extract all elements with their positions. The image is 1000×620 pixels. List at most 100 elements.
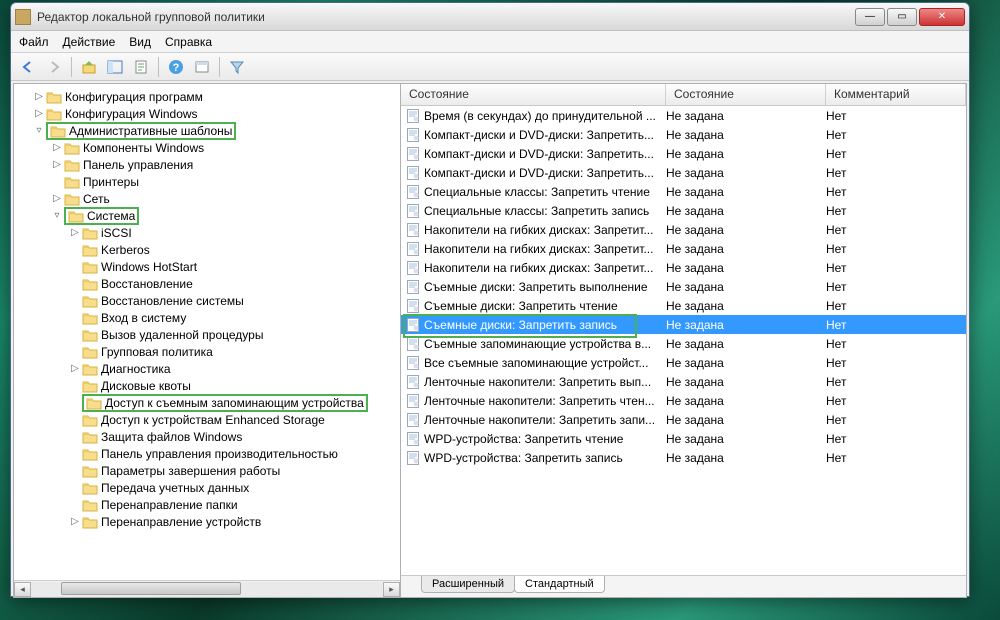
- tree-item[interactable]: ▷Сеть: [14, 190, 400, 207]
- policy-row[interactable]: Съемные диски: Запретить чтениеНе задана…: [401, 296, 966, 315]
- policy-row[interactable]: Ленточные накопители: Запретить чтен...Н…: [401, 391, 966, 410]
- expand-icon[interactable]: ▷: [32, 108, 46, 119]
- tree-item-label: Компоненты Windows: [83, 141, 204, 155]
- expand-icon[interactable]: ▷: [50, 159, 64, 170]
- tree-item-label: Защита файлов Windows: [101, 430, 242, 444]
- tree-item[interactable]: Панель управления производительностью: [14, 445, 400, 462]
- tree-view[interactable]: ▷Конфигурация программ▷Конфигурация Wind…: [14, 84, 400, 580]
- policy-icon: [405, 355, 421, 371]
- column-status[interactable]: Состояние: [666, 84, 826, 105]
- policy-status: Не задана: [666, 280, 826, 294]
- expand-icon[interactable]: ▷: [68, 516, 82, 527]
- policy-row[interactable]: Все съемные запоминающие устройст...Не з…: [401, 353, 966, 372]
- column-comment[interactable]: Комментарий: [826, 84, 966, 105]
- policy-status: Не задана: [666, 261, 826, 275]
- properties-button[interactable]: [191, 56, 213, 78]
- tree-item[interactable]: Вход в систему: [14, 309, 400, 326]
- tree-item[interactable]: Защита файлов Windows: [14, 428, 400, 445]
- policy-status: Не задана: [666, 337, 826, 351]
- policy-row[interactable]: Компакт-диски и DVD-диски: Запретить...Н…: [401, 144, 966, 163]
- tree-item[interactable]: Kerberos: [14, 241, 400, 258]
- policy-row[interactable]: Компакт-диски и DVD-диски: Запретить... Н…: [401, 125, 966, 144]
- tree-item[interactable]: Доступ к съемным запоминающим устройства: [14, 394, 400, 411]
- policy-row[interactable]: Съемные запоминающие устройства в...Не з…: [401, 334, 966, 353]
- folder-icon: [82, 464, 98, 478]
- tree-item[interactable]: Вызов удаленной процедуры: [14, 326, 400, 343]
- tab-standard[interactable]: Стандартный: [514, 576, 605, 593]
- policy-row[interactable]: Компакт-диски и DVD-диски: Запретить...Н…: [401, 163, 966, 182]
- expand-icon[interactable]: ▷: [68, 363, 82, 374]
- export-button[interactable]: [130, 56, 152, 78]
- policy-row[interactable]: Специальные классы: Запретить чтениеНе з…: [401, 182, 966, 201]
- tree-item[interactable]: ▿Система: [14, 207, 400, 224]
- show-hide-tree-button[interactable]: [104, 56, 126, 78]
- tree-item[interactable]: Параметры завершения работы: [14, 462, 400, 479]
- policy-row[interactable]: WPD-устройства: Запретить записьНе задан…: [401, 448, 966, 467]
- tree-item[interactable]: ▷Конфигурация программ: [14, 88, 400, 105]
- menu-file[interactable]: Файл: [19, 35, 49, 49]
- menu-action[interactable]: Действие: [63, 35, 116, 49]
- up-button[interactable]: [78, 56, 100, 78]
- policy-name: Съемные диски: Запретить чтение: [424, 299, 666, 313]
- policy-row[interactable]: Специальные классы: Запретить записьНе з…: [401, 201, 966, 220]
- tree-hscrollbar[interactable]: ◂ ▸: [14, 580, 400, 597]
- policy-row[interactable]: Съемные диски: Запретить выполнениеНе за…: [401, 277, 966, 296]
- policy-status: Не задана: [666, 299, 826, 313]
- policy-list[interactable]: Время (в секундах) до принудительной ...…: [401, 106, 966, 575]
- expand-icon[interactable]: ▷: [50, 142, 64, 153]
- scroll-thumb[interactable]: [61, 582, 241, 595]
- menu-view[interactable]: Вид: [129, 35, 151, 49]
- collapse-icon[interactable]: ▿: [32, 125, 46, 136]
- column-state[interactable]: Состояние: [401, 84, 666, 105]
- tree-item[interactable]: ▷ iSCSI: [14, 224, 400, 241]
- forward-button[interactable]: [43, 56, 65, 78]
- minimize-button[interactable]: —: [855, 8, 885, 26]
- scroll-left-icon[interactable]: ◂: [14, 582, 31, 597]
- tree-item[interactable]: Восстановление: [14, 275, 400, 292]
- tree-item[interactable]: ▷ Компоненты Windows: [14, 139, 400, 156]
- policy-row[interactable]: Накопители на гибких дисках: Запретит...…: [401, 239, 966, 258]
- filter-button[interactable]: [226, 56, 248, 78]
- back-button[interactable]: [17, 56, 39, 78]
- tree-item[interactable]: Принтеры: [14, 173, 400, 190]
- scroll-right-icon[interactable]: ▸: [383, 582, 400, 597]
- tree-item[interactable]: Перенаправление папки: [14, 496, 400, 513]
- policy-row[interactable]: Накопители на гибких дисках: Запретит...…: [401, 258, 966, 277]
- tree-item[interactable]: ▷Конфигурация Windows: [14, 105, 400, 122]
- tree-item[interactable]: ▷Панель управления: [14, 156, 400, 173]
- folder-icon: [82, 362, 98, 376]
- maximize-button[interactable]: ▭: [887, 8, 917, 26]
- policy-row[interactable]: Накопители на гибких дисках: Запретит...…: [401, 220, 966, 239]
- tree-item[interactable]: ▷Диагностика: [14, 360, 400, 377]
- expand-icon[interactable]: ▷: [32, 91, 46, 102]
- policy-name: Компакт-диски и DVD-диски: Запретить...: [424, 128, 666, 142]
- folder-icon: [82, 481, 98, 495]
- tree-item[interactable]: Восстановление системы: [14, 292, 400, 309]
- policy-row[interactable]: Ленточные накопители: Запретить запи...Н…: [401, 410, 966, 429]
- expand-icon[interactable]: ▷: [50, 193, 64, 204]
- menu-help[interactable]: Справка: [165, 35, 212, 49]
- collapse-icon[interactable]: ▿: [50, 210, 64, 221]
- titlebar[interactable]: Редактор локальной групповой политики — …: [11, 3, 969, 31]
- folder-icon: [64, 141, 80, 155]
- tree-item[interactable]: Групповая политика: [14, 343, 400, 360]
- tree-item-label: iSCSI: [101, 226, 132, 240]
- tree-item[interactable]: Дисковые квоты: [14, 377, 400, 394]
- tree-item[interactable]: ▷ Перенаправление устройств: [14, 513, 400, 530]
- help-button[interactable]: ?: [165, 56, 187, 78]
- policy-row[interactable]: WPD-устройства: Запретить чтениеНе задан…: [401, 429, 966, 448]
- close-button[interactable]: ✕: [919, 8, 965, 26]
- policy-row[interactable]: Съемные диски: Запретить записьНе задана…: [401, 315, 966, 334]
- policy-row[interactable]: Ленточные накопители: Запретить вып...Не…: [401, 372, 966, 391]
- tree-item[interactable]: Windows HotStart: [14, 258, 400, 275]
- expand-icon[interactable]: ▷: [68, 227, 82, 238]
- policy-icon: [405, 431, 421, 447]
- tree-item[interactable]: Передача учетных данных: [14, 479, 400, 496]
- policy-comment: Нет: [826, 128, 966, 142]
- policy-row[interactable]: Время (в секундах) до принудительной ...…: [401, 106, 966, 125]
- policy-icon: [405, 146, 421, 162]
- tree-item[interactable]: Доступ к устройствам Enhanced Storage: [14, 411, 400, 428]
- tab-extended[interactable]: Расширенный: [421, 576, 515, 593]
- tree-item-label: Перенаправление устройств: [101, 515, 261, 529]
- tree-item[interactable]: ▿Административные шаблоны: [14, 122, 400, 139]
